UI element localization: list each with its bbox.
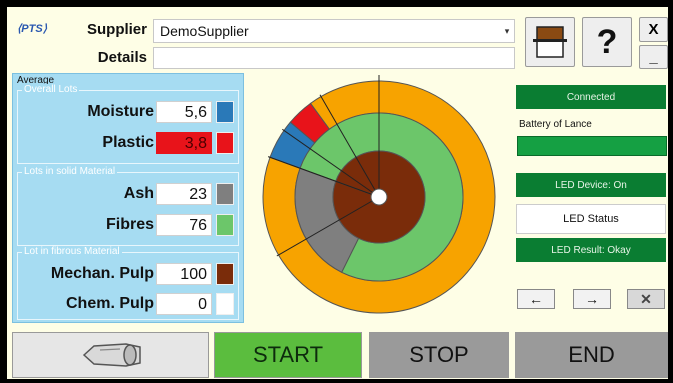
minimize-button[interactable]: _ [639,45,668,69]
row-label: Ash [123,185,154,202]
group-overall-lots: Overall Lots Moisture 5,6 Plastic 3,8 [17,84,239,164]
average-panel: Average Overall Lots Moisture 5,6 Plasti… [12,73,244,323]
row-label: Chem. Pulp [65,295,154,312]
row-plastic: Plastic 3,8 [18,132,238,154]
color-swatch [216,293,234,315]
row-label: Fibres [105,216,154,233]
row-chem-pulp: Chem. Pulp 0 [18,293,238,315]
color-swatch [216,101,234,123]
group-title: Lot in fibrous Material [22,246,122,258]
pts-logo: ⟨PTS⟩ [17,23,47,35]
donut-center [370,188,388,206]
close-button[interactable]: X [639,17,668,42]
row-value: 100 [156,263,212,285]
details-input[interactable] [153,47,515,69]
help-button[interactable]: ? [582,17,632,67]
supplier-value: DemoSupplier [160,23,249,39]
details-label: Details [97,49,147,66]
row-mechan-pulp: Mechan. Pulp 100 [18,263,238,285]
stop-button[interactable]: STOP [369,332,509,378]
supplier-select[interactable]: DemoSupplier ▾ [153,19,515,43]
save-button[interactable] [525,17,575,67]
previous-button[interactable]: ← [517,289,555,309]
row-moisture: Moisture 5,6 [18,101,238,123]
row-value: 76 [156,214,212,236]
row-label: Mechan. Pulp [50,265,154,282]
battery-label: Battery of Lance [519,119,592,130]
row-label: Moisture [87,103,154,120]
composition-donut-chart [262,75,496,314]
color-swatch [216,214,234,236]
app-screen: ⟨PTS⟩ Supplier DemoSupplier ▾ Details ? … [7,7,668,379]
row-label: Plastic [102,134,154,151]
supplier-label: Supplier [86,21,147,38]
start-button[interactable]: START [214,332,362,378]
dropdown-arrow-icon[interactable]: ▾ [502,22,512,40]
row-value: 23 [156,183,212,205]
led-result-status: LED Result: Okay [516,238,666,262]
color-swatch [216,263,234,285]
row-value: 0 [156,293,212,315]
lance-icon [82,343,141,367]
end-button[interactable]: END [515,332,668,378]
color-swatch [216,132,234,154]
led-device-status: LED Device: On [516,173,666,197]
next-button[interactable]: → [573,289,611,309]
lance-button[interactable] [12,332,209,378]
group-fibrous-material: Lot in fibrous Material Mechan. Pulp 100… [17,246,239,320]
group-solid-material: Lots in solid Material Ash 23 Fibres 76 [17,166,239,246]
row-value: 5,6 [156,101,212,123]
connection-status: Connected [516,85,666,109]
led-status-box: LED Status [516,204,666,234]
row-fibres: Fibres 76 [18,214,238,236]
row-value: 3,8 [156,132,212,154]
battery-level-bar [517,136,667,156]
row-ash: Ash 23 [18,183,238,205]
save-icon [533,26,567,58]
group-title: Lots in solid Material [22,166,118,178]
group-title: Overall Lots [22,84,80,96]
color-swatch [216,183,234,205]
clear-button[interactable]: ✕ [627,289,665,309]
